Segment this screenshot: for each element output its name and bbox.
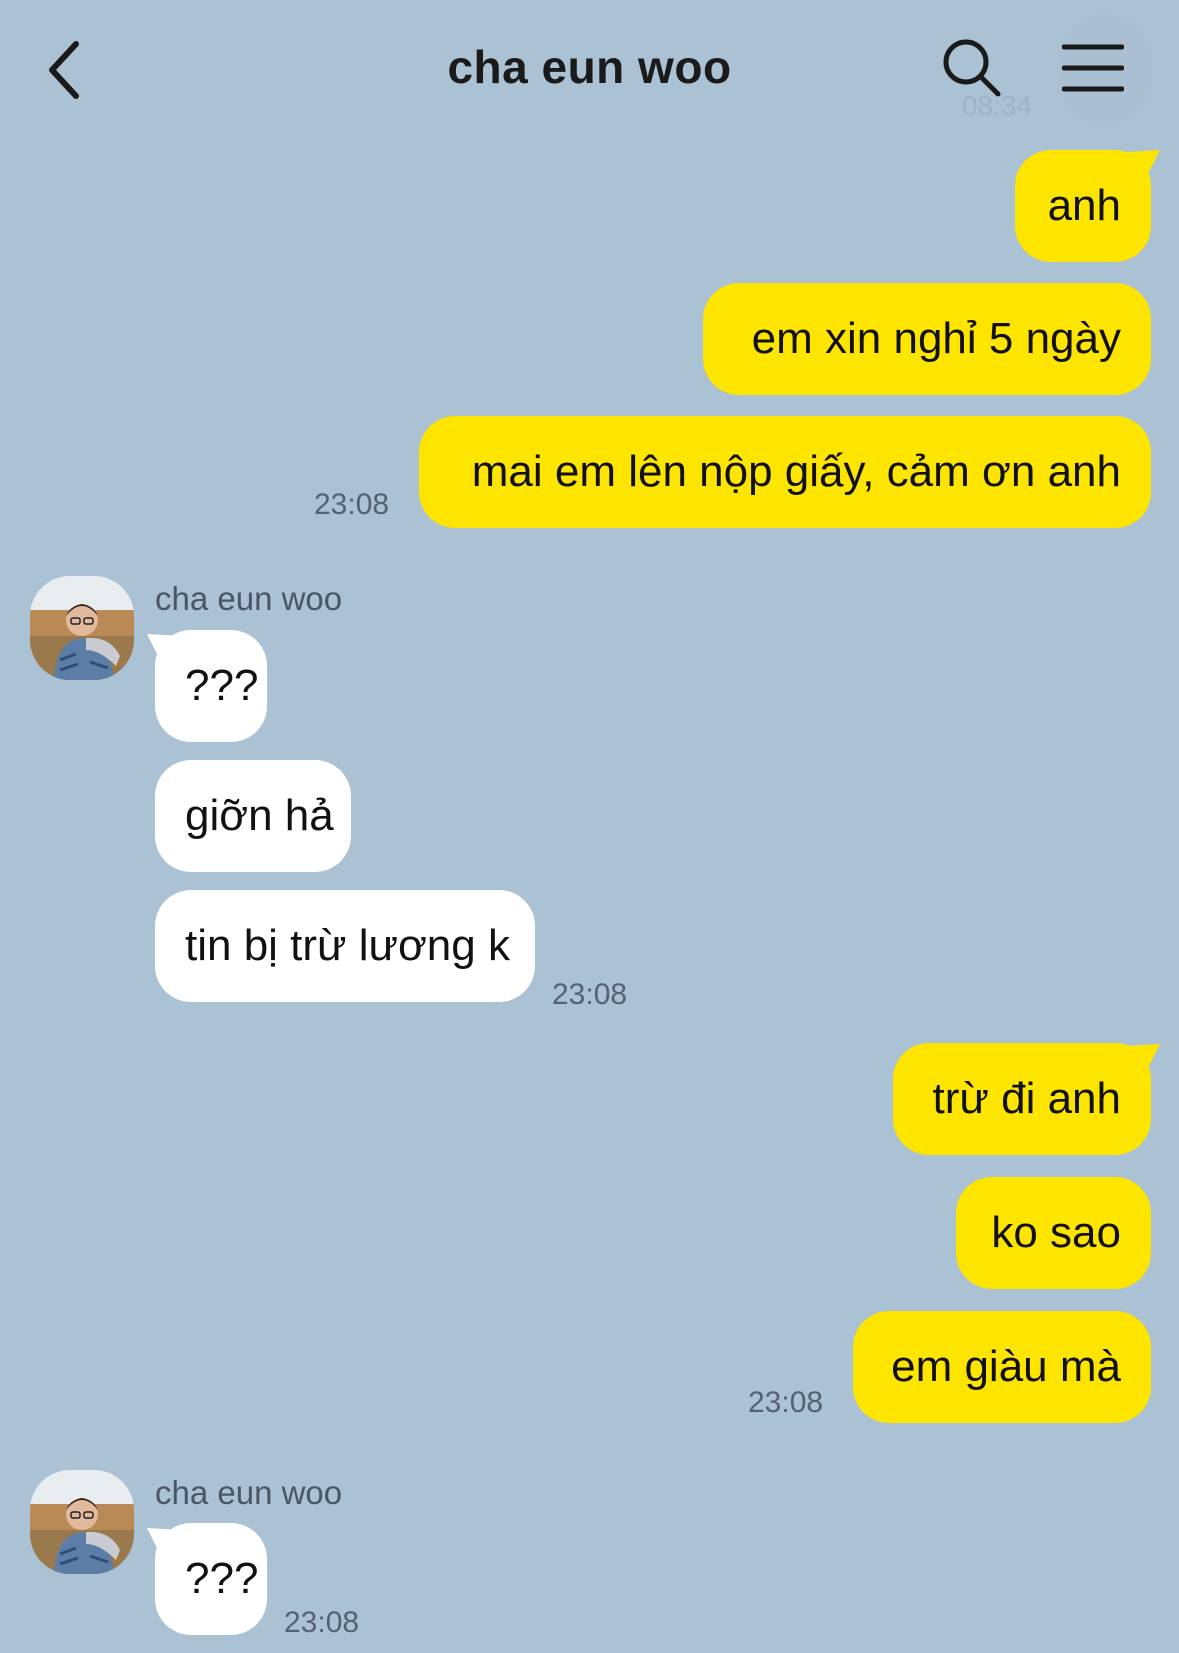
my-message[interactable]: trừ đi anh <box>893 1043 1151 1155</box>
avatar[interactable] <box>30 1470 134 1574</box>
message-timestamp: 23:08 <box>314 488 390 521</box>
their-message[interactable]: tin bị trừ lương k <box>155 890 535 1002</box>
avatar-photo <box>30 576 134 680</box>
sender-name: cha eun woo <box>155 1474 343 1511</box>
chat-title: cha eun woo <box>447 41 732 93</box>
message-timestamp: 23:08 <box>748 1386 824 1419</box>
their-message[interactable]: giỡn hả <box>155 760 351 872</box>
search-button[interactable] <box>940 36 1004 100</box>
my-message[interactable]: mai em lên nộp giấy, cảm ơn anh <box>419 416 1151 528</box>
my-message[interactable]: em giàu mà <box>853 1311 1151 1423</box>
search-icon <box>943 39 1001 97</box>
message-timestamp: 23:08 <box>552 978 628 1011</box>
my-message[interactable]: ko sao <box>956 1177 1151 1289</box>
message-timestamp: 23:08 <box>284 1606 360 1639</box>
avatar-photo <box>30 1470 134 1574</box>
my-message[interactable]: anh <box>1015 150 1151 262</box>
chat-header: cha eun woo 08:34 <box>0 0 1179 140</box>
back-button[interactable] <box>40 38 100 102</box>
sender-name: cha eun woo <box>155 580 343 617</box>
avatar[interactable] <box>30 576 134 680</box>
menu-button[interactable] <box>1058 14 1152 124</box>
their-message[interactable]: ??? <box>155 1523 267 1635</box>
their-message[interactable]: ??? <box>155 630 267 742</box>
my-message[interactable]: em xin nghỉ 5 ngày <box>703 283 1151 395</box>
hamburger-menu-icon <box>1062 44 1124 92</box>
chevron-left-icon <box>49 41 79 99</box>
